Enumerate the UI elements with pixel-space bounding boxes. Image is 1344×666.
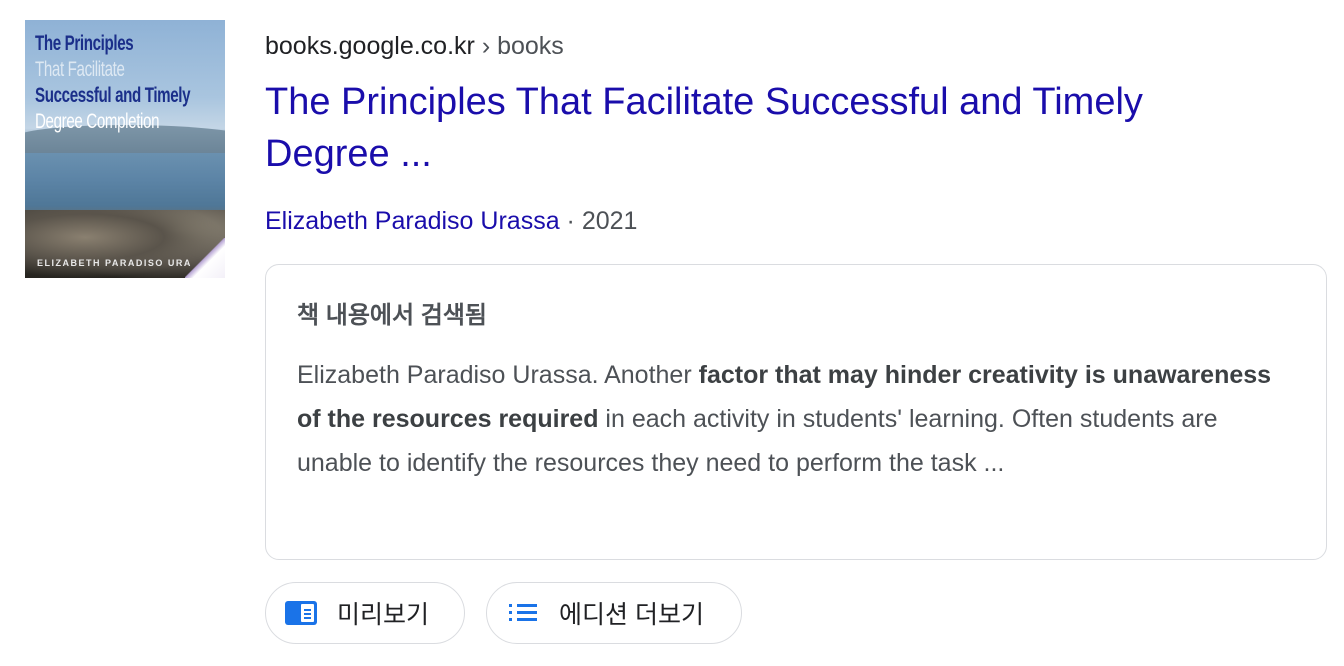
- list-icon: [509, 604, 537, 622]
- breadcrumb: books.google.co.kr › books: [265, 30, 564, 62]
- breadcrumb-separator: ›: [481, 32, 491, 60]
- cover-title-line-4: Degree Completion: [35, 110, 160, 133]
- meta-separator: ·: [566, 207, 575, 235]
- breadcrumb-domain: books.google.co.kr: [265, 32, 475, 60]
- cover-title-line-3: Successful and Timely: [35, 84, 191, 107]
- snippet-text-before: Elizabeth Paradiso Urassa. Another: [297, 361, 699, 389]
- result-title-link[interactable]: The Principles That Facilitate Successfu…: [265, 76, 1265, 180]
- breadcrumb-path: books: [497, 32, 564, 60]
- more-editions-button[interactable]: 에디션 더보기: [486, 582, 742, 644]
- cover-title-line-1: The Principles: [35, 32, 134, 55]
- snippet-text: Elizabeth Paradiso Urassa. Another facto…: [297, 353, 1297, 485]
- preview-button[interactable]: 미리보기: [265, 582, 465, 644]
- author-link[interactable]: Elizabeth Paradiso Urassa: [265, 207, 560, 235]
- book-cover-thumbnail[interactable]: The Principles That Facilitate Successfu…: [25, 20, 225, 278]
- snippet-heading: 책 내용에서 검색됨: [297, 302, 487, 329]
- preview-label: 미리보기: [337, 601, 430, 629]
- page-curl: [185, 238, 225, 278]
- publication-year: 2021: [581, 207, 638, 235]
- snippet-card: 책 내용에서 검색됨 Elizabeth Paradiso Urassa. An…: [265, 264, 1327, 560]
- more-editions-label: 에디션 더보기: [559, 601, 704, 629]
- result-meta: Elizabeth Paradiso Urassa · 2021: [265, 204, 637, 238]
- cover-title-line-2: That Facilitate: [35, 58, 125, 81]
- cover-author: ELIZABETH PARADISO URA: [37, 258, 192, 268]
- book-preview-icon: [285, 601, 317, 625]
